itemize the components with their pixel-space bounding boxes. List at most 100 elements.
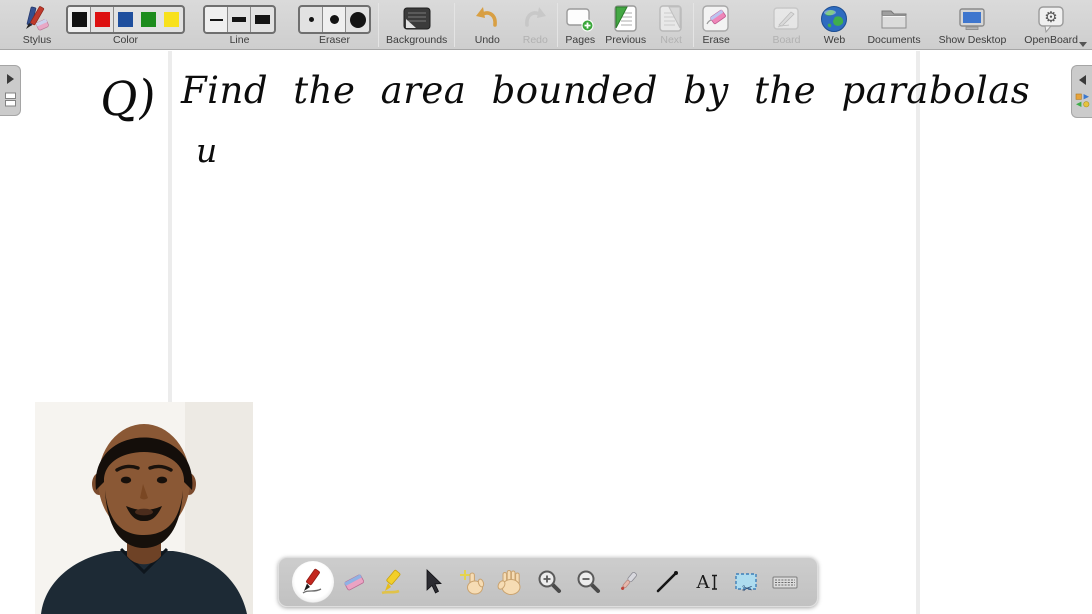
web-button[interactable]: Web (819, 0, 849, 47)
red-swatch-icon (95, 12, 110, 27)
toolbar-separator (378, 3, 379, 47)
undo-icon (472, 4, 502, 34)
color-swatch-blue[interactable] (114, 7, 137, 32)
blue-swatch-icon (118, 12, 133, 27)
capture-icon: ✂ (732, 568, 760, 596)
zoom-in-tool-button[interactable] (531, 561, 569, 603)
eraser-large-option[interactable] (346, 7, 369, 32)
medium-eraser-icon (330, 15, 339, 24)
openboard-gear-icon: ⚙ (1036, 4, 1066, 34)
color-label: Color (113, 34, 138, 47)
line-group: Line (203, 0, 276, 47)
library-icon (1075, 93, 1090, 108)
line-options (203, 5, 276, 34)
line-thin-option[interactable] (205, 7, 228, 32)
show-desktop-monitor-icon (957, 4, 987, 34)
openboard-label: OpenBoard (1024, 34, 1078, 47)
show-desktop-button[interactable]: Show Desktop (939, 0, 1007, 47)
backgrounds-icon (402, 4, 432, 34)
pages-label: Pages (565, 34, 595, 47)
svg-text:⚙: ⚙ (1044, 8, 1057, 26)
svg-text:✂: ✂ (742, 582, 753, 596)
expand-left-panel-icon (7, 74, 14, 84)
eraser-label: Eraser (319, 34, 350, 47)
toolbar-separator (693, 3, 694, 47)
line-thick-option[interactable] (251, 7, 274, 32)
pointer-tool-button[interactable] (609, 561, 647, 603)
small-eraser-icon (309, 17, 314, 22)
board-icon (771, 4, 801, 34)
whiteboard-canvas[interactable]: Q) Find the area bounded by the parabola… (0, 51, 1092, 614)
undo-button[interactable]: Undo (472, 0, 502, 47)
highlighter-tool-button[interactable] (374, 561, 412, 603)
eraser-tool-button[interactable] (335, 561, 373, 603)
pan-tool-button[interactable] (492, 561, 530, 603)
handwriting-line1: Find the area bounded by the parabolas (181, 69, 1030, 112)
next-page-label: Next (660, 34, 682, 47)
selector-tool-button[interactable] (413, 561, 451, 603)
board-button: Board (771, 0, 801, 47)
play-interact-tool-button[interactable] (453, 561, 491, 603)
left-panel-tab[interactable] (0, 65, 21, 116)
line-label: Line (230, 34, 250, 47)
show-desktop-label: Show Desktop (939, 34, 1007, 47)
line-medium-option[interactable] (228, 7, 251, 32)
zoom-out-icon (575, 568, 603, 596)
text-icon: A (693, 568, 721, 596)
color-group: Color (66, 0, 185, 47)
green-swatch-icon (141, 12, 156, 27)
erase-button[interactable]: Erase (701, 0, 731, 47)
webcam-overlay (35, 402, 253, 614)
handwriting-question-prefix: Q) (98, 69, 158, 128)
line-tool-button[interactable] (648, 561, 686, 603)
virtual-keyboard-tool-button[interactable] (766, 561, 804, 603)
right-panel-tab[interactable] (1071, 65, 1092, 118)
openboard-menu-button[interactable]: ⚙ OpenBoard (1024, 0, 1078, 47)
board-thumbnails-icon (4, 92, 17, 107)
color-swatch-green[interactable] (137, 7, 160, 32)
eraser-medium-option[interactable] (323, 7, 346, 32)
previous-page-button[interactable]: Previous (605, 0, 646, 47)
color-options (66, 5, 185, 34)
cursor-arrow-icon (418, 568, 446, 596)
backgrounds-button[interactable]: Backgrounds (386, 0, 447, 47)
next-page-icon (656, 4, 686, 34)
zoom-out-tool-button[interactable] (570, 561, 608, 603)
stylus-button[interactable]: Stylus (22, 0, 52, 47)
previous-page-icon (611, 4, 641, 34)
color-swatch-black[interactable] (68, 7, 91, 32)
redo-button: Redo (520, 0, 550, 47)
documents-folder-icon (879, 4, 909, 34)
thin-line-icon (210, 19, 223, 21)
pen-tool-button[interactable] (292, 561, 334, 603)
toolbar-overflow-caret-icon[interactable] (1079, 42, 1087, 47)
redo-icon (520, 4, 550, 34)
erase-page-icon (701, 4, 731, 34)
color-swatch-yellow[interactable] (160, 7, 183, 32)
pen-icon (299, 568, 327, 596)
black-swatch-icon (72, 12, 87, 27)
eraser-group: Eraser (298, 0, 371, 47)
eraser-small-option[interactable] (300, 7, 323, 32)
large-eraser-icon (350, 12, 366, 28)
capture-tool-button[interactable]: ✂ (727, 561, 765, 603)
top-toolbar: Stylus Color (0, 0, 1092, 50)
color-swatch-red[interactable] (91, 7, 114, 32)
zoom-in-icon (536, 568, 564, 596)
stylus-label: Stylus (23, 34, 52, 47)
pages-icon (565, 4, 595, 34)
eraser-icon (340, 568, 368, 596)
handwriting-line2: u (196, 131, 217, 170)
presenter-video (35, 402, 253, 614)
interact-hand-icon (458, 568, 486, 596)
text-tool-button[interactable]: A (688, 561, 726, 603)
laser-pointer-icon (614, 568, 642, 596)
hand-palm-icon (497, 568, 525, 596)
documents-label: Documents (867, 34, 920, 47)
svg-text:A: A (695, 572, 710, 593)
openboard-app: Stylus Color (0, 0, 1092, 614)
keyboard-icon (771, 568, 799, 596)
pages-button[interactable]: Pages (565, 0, 595, 47)
documents-button[interactable]: Documents (867, 0, 920, 47)
toolbar-separator (454, 3, 455, 47)
